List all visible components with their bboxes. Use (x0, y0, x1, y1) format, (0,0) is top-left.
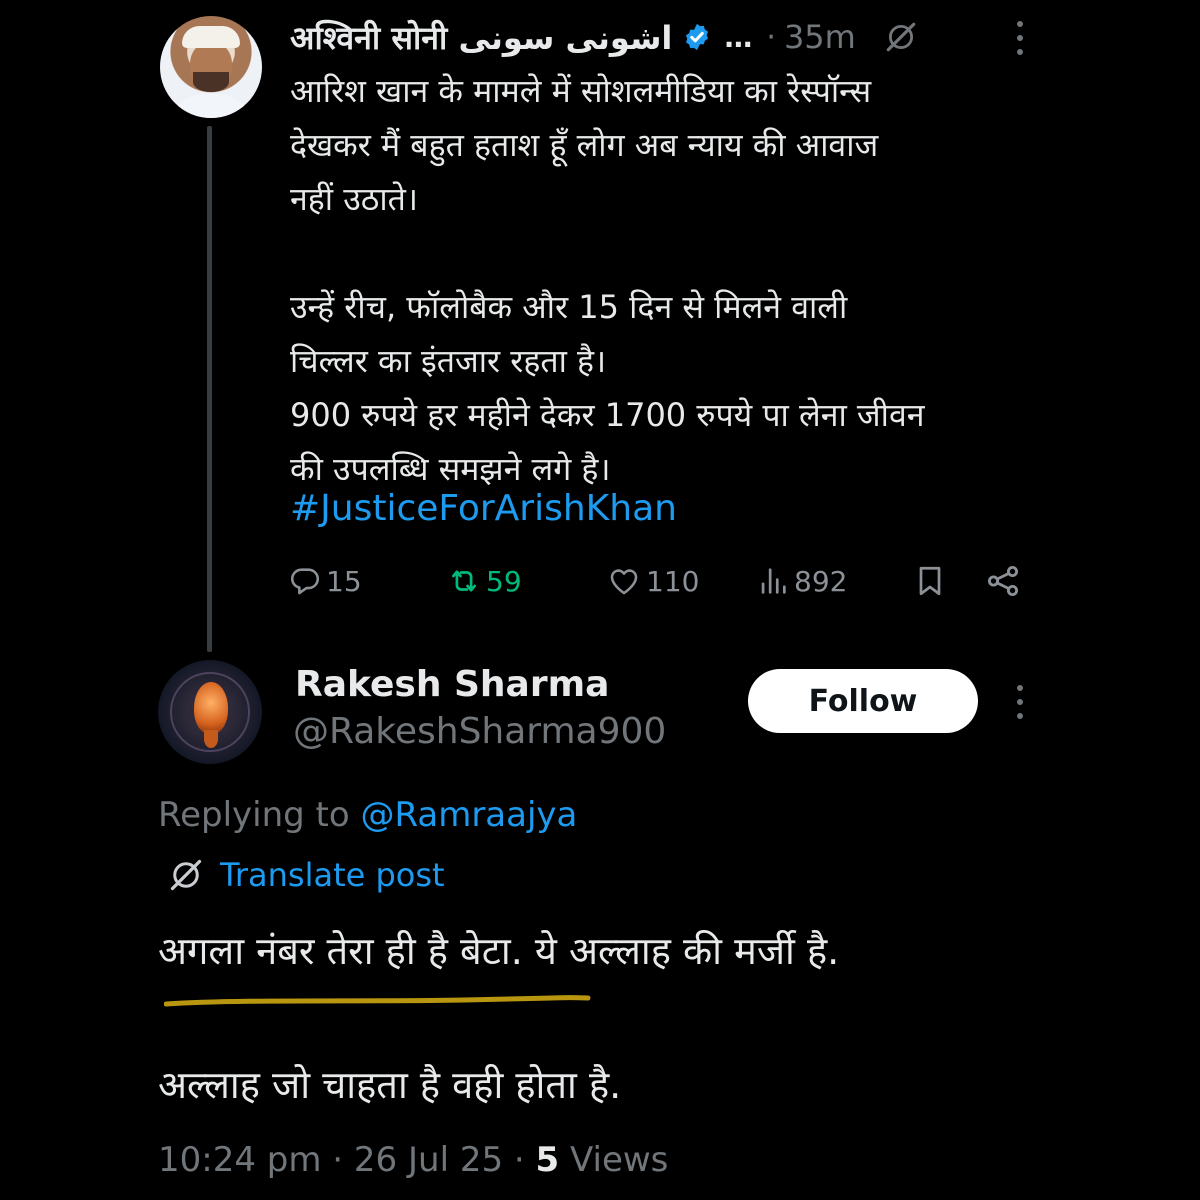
reply-timestamp[interactable]: 10:24 pm · 26 Jul 25 · (158, 1140, 536, 1180)
bookmark-action[interactable] (912, 556, 952, 606)
grok-icon (170, 859, 202, 891)
name-ellipsis: … (724, 20, 753, 54)
views-action[interactable]: 892 (756, 556, 847, 606)
reply-views-label: Views (559, 1140, 669, 1180)
views-count: 892 (794, 564, 848, 598)
heart-icon (610, 569, 638, 595)
reply-author-handle[interactable]: @RakeshSharma900 (293, 709, 666, 755)
verified-badge-icon (686, 23, 709, 51)
more-vertical-icon[interactable] (1010, 18, 1030, 58)
bookmark-icon (919, 566, 941, 596)
reply-author-avatar[interactable] (158, 660, 262, 764)
repost-action[interactable]: 59 (446, 556, 522, 606)
reply-meta: 10:24 pm · 26 Jul 25 · 5 Views (158, 1136, 668, 1184)
post-text: आरिश खान के मामले में सोशलमीडिया का रेस्… (290, 72, 925, 488)
share-icon (987, 565, 1019, 597)
reply-text-line-1: अगला नंबर तेरा ही है बेटा. ये अल्लाह की … (158, 929, 840, 973)
author-name[interactable]: अश्विनी सोनी اشونی سونی (290, 16, 672, 59)
grok-icon[interactable] (884, 20, 918, 54)
reply-views-count: 5 (535, 1140, 560, 1180)
avatar-beard (193, 72, 229, 92)
reply-author-name[interactable]: Rakesh Sharma (295, 662, 609, 708)
reply-action[interactable]: 15 (288, 556, 362, 606)
translate-post-link[interactable]: Translate post (168, 852, 445, 898)
separator-dot: · (766, 19, 776, 55)
replying-to-line: Replying to @Ramraajya (158, 792, 577, 838)
post-header: अश्विनी सोनी اشونی سونی … · 35m (290, 14, 918, 60)
avatar-cap (182, 26, 240, 48)
replying-to-handle[interactable]: @Ramraajya (361, 795, 578, 835)
share-action[interactable] (984, 556, 1026, 606)
thread-connector-line (207, 126, 212, 652)
post-actions: 15 59 110 892 (288, 556, 1028, 606)
views-icon (761, 568, 786, 594)
reply-icon (290, 568, 320, 595)
more-vertical-icon[interactable] (1010, 682, 1030, 722)
post-time[interactable]: 35m (784, 18, 856, 56)
like-action[interactable]: 110 (606, 556, 699, 606)
translate-label: Translate post (220, 856, 445, 894)
replying-to-prefix: Replying to (158, 795, 361, 835)
reply-text-line-2: अल्लाह जो चाहता है वही होता है. (158, 1063, 622, 1107)
author-avatar[interactable] (160, 16, 262, 118)
repost-count: 59 (486, 564, 522, 598)
avatar-shirt (166, 94, 256, 118)
reply-count: 15 (326, 564, 362, 598)
follow-button[interactable]: Follow (748, 669, 978, 733)
hashtag-link[interactable]: #JusticeForArishKhan (290, 484, 677, 534)
avatar-shell-tail (204, 730, 218, 748)
repost-icon (452, 570, 476, 592)
highlight-underline (164, 995, 591, 1007)
like-count: 110 (646, 564, 700, 598)
avatar-conch-shell (194, 682, 228, 734)
